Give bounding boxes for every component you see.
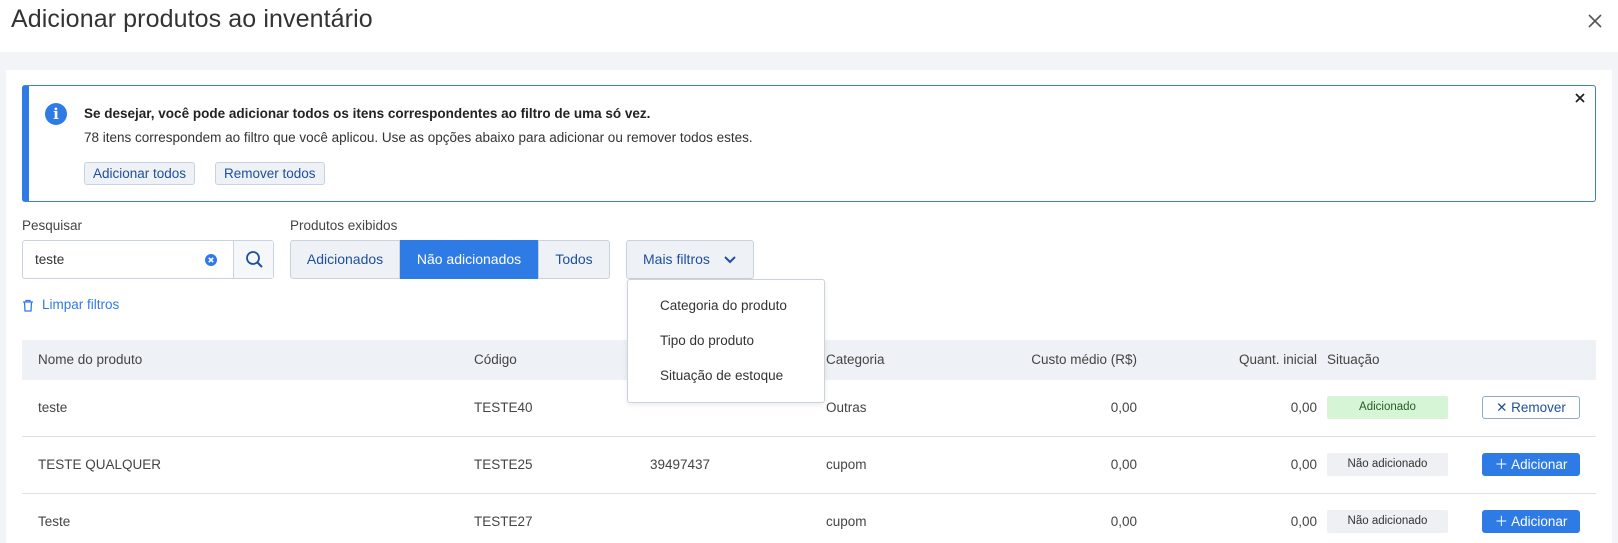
search-icon — [246, 251, 263, 268]
product-category: Outras — [826, 400, 867, 415]
page-title: Adicionar produtos ao inventário — [11, 5, 373, 33]
banner-text: 78 itens correspondem ao filtro que você… — [84, 130, 753, 145]
close-icon — [1575, 93, 1585, 103]
info-icon: i — [45, 103, 67, 125]
table-row: Teste TESTE27 cupom 0,00 0,00 Não adicio… — [22, 494, 1596, 543]
clear-search-button[interactable] — [204, 253, 218, 267]
filter-option-category[interactable]: Categoria do produto — [660, 298, 787, 313]
product-qty: 0,00 — [1290, 457, 1317, 472]
close-modal-button[interactable] — [1584, 10, 1606, 32]
product-qty: 0,00 — [1290, 400, 1317, 415]
product-code: TESTE27 — [474, 514, 533, 529]
column-header-name: Nome do produto — [38, 352, 143, 367]
chevron-down-icon — [724, 256, 736, 264]
search-input[interactable] — [23, 241, 233, 278]
add-button[interactable]: ＋ Adicionar — [1482, 510, 1580, 533]
trash-icon — [23, 299, 33, 312]
add-label: Adicionar — [1511, 514, 1568, 529]
product-name: Teste — [38, 514, 71, 529]
status-badge: Não adicionado — [1327, 510, 1448, 533]
tab-all[interactable]: Todos — [538, 240, 610, 279]
product-category: cupom — [826, 514, 867, 529]
add-button[interactable]: ＋ Adicionar — [1482, 453, 1580, 476]
info-banner: i Se desejar, você pode adicionar todos … — [22, 85, 1596, 202]
table-row: TESTE QUALQUER TESTE25 39497437 cupom 0,… — [22, 437, 1596, 494]
remove-button[interactable]: ✕ Remover — [1482, 396, 1580, 419]
search-button[interactable] — [233, 241, 273, 278]
add-all-button[interactable]: Adicionar todos — [84, 162, 196, 185]
product-code: TESTE25 — [474, 457, 533, 472]
close-icon — [1588, 14, 1602, 28]
page: Adicionar produtos ao inventário i Se de… — [0, 0, 1618, 543]
status-badge: Adicionado — [1327, 396, 1448, 419]
product-code: TESTE40 — [474, 400, 533, 415]
status-badge: Não adicionado — [1327, 453, 1448, 476]
plus-icon: ＋ — [1494, 514, 1509, 529]
product-gtin: 39497437 — [650, 457, 711, 472]
column-header-qty: Quant. inicial — [1238, 352, 1317, 367]
clear-filters-link[interactable]: Limpar filtros — [22, 297, 119, 312]
remove-label: Remover — [1511, 400, 1566, 415]
product-category: cupom — [826, 457, 867, 472]
plus-icon: ＋ — [1494, 457, 1509, 472]
add-label: Adicionar — [1511, 457, 1568, 472]
more-filters-dropdown: Categoria do produto Tipo do produto Sit… — [627, 279, 825, 403]
more-filters-button[interactable]: Mais filtros — [626, 240, 754, 279]
search-label: Pesquisar — [22, 218, 83, 233]
tab-not-added[interactable]: Não adicionados — [400, 240, 538, 279]
product-name: teste — [38, 400, 68, 415]
displayed-label: Produtos exibidos — [290, 218, 398, 233]
close-icon: ✕ — [1496, 400, 1508, 415]
banner-title: Se desejar, você pode adicionar todos os… — [84, 106, 651, 121]
clear-circle-icon — [205, 254, 217, 266]
product-name: TESTE QUALQUER — [38, 457, 162, 472]
column-header-status: Situação — [1327, 352, 1380, 367]
close-banner-button[interactable] — [1573, 91, 1587, 105]
more-filters-label: Mais filtros — [643, 251, 710, 267]
clear-filters-label: Limpar filtros — [42, 297, 120, 312]
remove-all-button[interactable]: Remover todos — [215, 162, 325, 185]
column-header-code: Código — [474, 352, 517, 367]
filter-option-stock-status[interactable]: Situação de estoque — [660, 368, 783, 383]
column-header-category: Categoria — [826, 352, 885, 367]
modal-header: Adicionar produtos ao inventário — [0, 0, 1618, 52]
filter-option-type[interactable]: Tipo do produto — [660, 333, 754, 348]
product-qty: 0,00 — [1290, 514, 1317, 529]
tab-added[interactable]: Adicionados — [290, 240, 400, 279]
search-field — [22, 240, 274, 279]
